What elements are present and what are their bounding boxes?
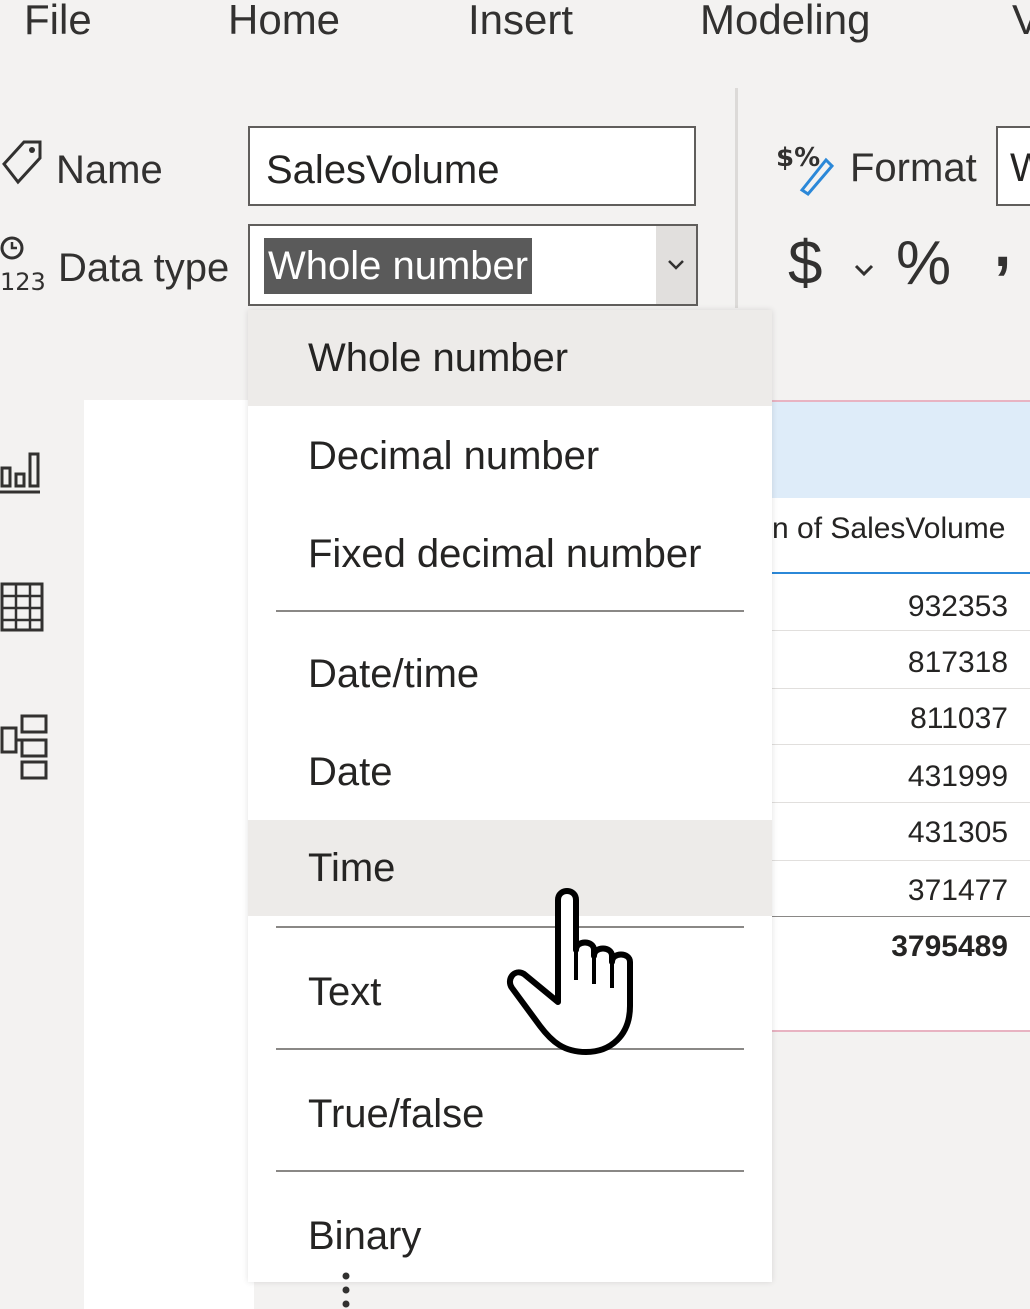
menu-insert[interactable]: Insert — [468, 0, 573, 44]
menu-bar: File Home Insert Modeling V — [0, 0, 1030, 50]
name-label: Name — [56, 148, 163, 192]
table-visual[interactable]: n of SalesVolume 932353 817318 811037 43… — [770, 400, 1030, 1032]
row-divider — [770, 802, 1030, 803]
percent-button[interactable]: % — [896, 228, 951, 299]
option-label: Text — [308, 970, 382, 1014]
row-divider — [770, 744, 1030, 745]
row-divider — [770, 860, 1030, 861]
visual-header — [770, 402, 1030, 498]
format-icon: $% — [776, 143, 835, 196]
option-label: Fixed decimal number — [308, 532, 702, 576]
option-date-time[interactable]: Date/time — [248, 626, 772, 722]
option-date[interactable]: Date — [248, 724, 772, 820]
option-label: True/false — [308, 1092, 485, 1136]
chevron-down-icon[interactable] — [656, 226, 696, 304]
datatype-selected-text: Whole number — [264, 238, 533, 294]
svg-text:123: 123 — [0, 268, 46, 294]
more-options-icon[interactable] — [340, 1270, 352, 1309]
option-true-false[interactable]: True/false — [248, 1066, 772, 1162]
tag-icon — [2, 140, 42, 185]
option-label: Binary — [308, 1214, 422, 1258]
option-label: Whole number — [308, 336, 569, 380]
table-cell: 817318 — [907, 646, 1008, 679]
option-label: Time — [308, 846, 396, 890]
hand-cursor-icon — [506, 888, 633, 1055]
menu-separator — [276, 1170, 744, 1172]
column-header[interactable]: n of SalesVolume — [772, 512, 1005, 546]
option-label: Date — [308, 750, 393, 794]
menu-modeling[interactable]: Modeling — [700, 0, 870, 44]
table-cell: 932353 — [907, 590, 1008, 623]
comma-button[interactable]: , — [994, 210, 1011, 281]
chevron-down-icon[interactable] — [852, 262, 876, 278]
name-input[interactable]: SalesVolume — [248, 126, 696, 206]
canvas-area — [84, 400, 254, 1309]
ribbon-divider — [735, 88, 738, 308]
row-divider — [770, 688, 1030, 689]
model-view-icon[interactable] — [0, 712, 50, 782]
datatype-dropdown: Whole number Decimal number Fixed decima… — [248, 310, 772, 1282]
format-label: Format — [850, 146, 977, 190]
menu-view[interactable]: V — [1012, 0, 1030, 44]
datatype-label: Data type — [58, 246, 230, 290]
table-total: 3795489 — [891, 930, 1008, 963]
total-divider — [770, 916, 1030, 917]
header-rule — [770, 572, 1030, 574]
datatype-icon: 123 — [0, 236, 46, 294]
currency-button[interactable]: $ — [788, 228, 822, 299]
svg-text:$%: $% — [776, 143, 820, 173]
table-cell: 431305 — [907, 816, 1008, 849]
report-view-icon[interactable] — [0, 444, 44, 496]
option-fixed-decimal-number[interactable]: Fixed decimal number — [248, 506, 772, 602]
table-cell: 431999 — [907, 760, 1008, 793]
menu-separator — [276, 610, 744, 612]
row-divider — [770, 630, 1030, 631]
table-cell: 811037 — [910, 702, 1008, 735]
option-decimal-number[interactable]: Decimal number — [248, 408, 772, 504]
table-cell: 371477 — [907, 874, 1008, 907]
option-whole-number[interactable]: Whole number — [248, 310, 772, 406]
table-view-icon[interactable] — [0, 580, 46, 636]
menu-file[interactable]: File — [24, 0, 92, 44]
option-label: Date/time — [308, 652, 480, 696]
option-label: Decimal number — [308, 434, 600, 478]
option-binary[interactable]: Binary — [248, 1188, 772, 1284]
format-select[interactable]: W — [996, 126, 1030, 206]
datatype-select[interactable]: Whole number — [248, 224, 698, 306]
menu-home[interactable]: Home — [228, 0, 340, 44]
